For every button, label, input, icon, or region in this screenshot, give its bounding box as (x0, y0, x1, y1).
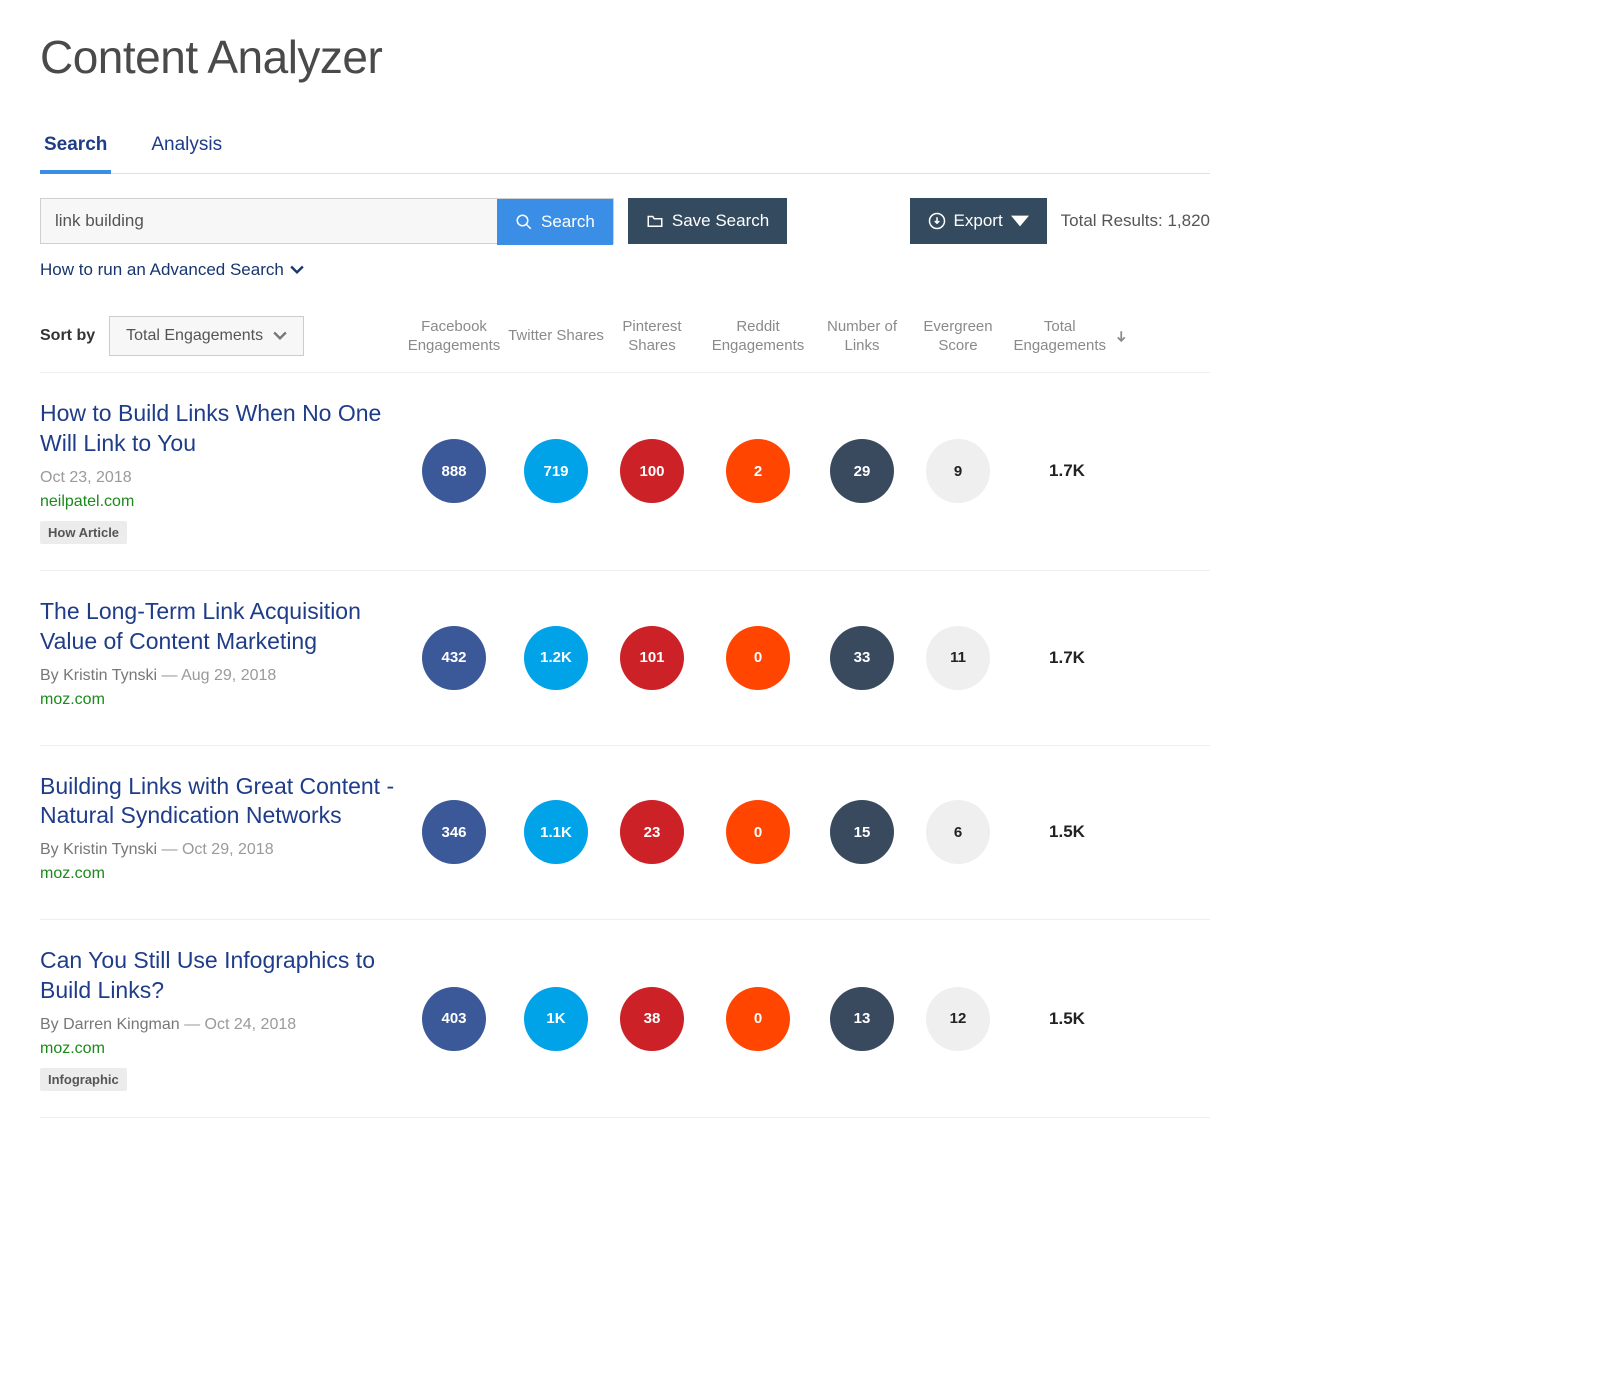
result-row: The Long-Term Link Acquisition Value of … (40, 571, 1210, 746)
twitter-bubble: 1.1K (524, 800, 588, 864)
evergreen-bubble: 12 (926, 987, 990, 1051)
tab-analysis[interactable]: Analysis (147, 124, 226, 173)
result-domain[interactable]: moz.com (40, 691, 400, 709)
result-domain[interactable]: moz.com (40, 1040, 400, 1058)
total-engagements: 1.5K (1008, 1009, 1126, 1029)
chevron-down-icon (290, 263, 304, 277)
sort-by-label: Sort by (40, 327, 95, 345)
caret-down-icon (1011, 212, 1029, 230)
col-facebook[interactable]: Facebook Engagements (400, 317, 508, 356)
evergreen-bubble: 6 (926, 800, 990, 864)
total-results: Total Results: 1,820 (1061, 211, 1210, 231)
links-bubble: 33 (830, 626, 894, 690)
search-button-label: Search (541, 212, 595, 232)
col-reddit[interactable]: Reddit Engagements (700, 317, 816, 356)
search-input-wrap: Search (40, 198, 614, 244)
tabs: Search Analysis (40, 124, 1210, 174)
search-icon (515, 213, 533, 231)
export-label: Export (954, 211, 1003, 231)
twitter-bubble: 719 (524, 439, 588, 503)
result-row: Building Links with Great Content - Natu… (40, 746, 1210, 921)
pinterest-bubble: 23 (620, 800, 684, 864)
save-search-label: Save Search (672, 211, 769, 231)
sort-select[interactable]: Total Engagements (109, 316, 304, 356)
result-title[interactable]: Building Links with Great Content - Natu… (40, 772, 400, 832)
pinterest-bubble: 38 (620, 987, 684, 1051)
twitter-bubble: 1K (524, 987, 588, 1051)
result-title[interactable]: How to Build Links When No One Will Link… (40, 399, 400, 459)
facebook-bubble: 346 (422, 800, 486, 864)
evergreen-bubble: 11 (926, 626, 990, 690)
download-icon (928, 212, 946, 230)
col-total[interactable]: Total Engagements (1008, 317, 1126, 356)
pinterest-bubble: 101 (620, 626, 684, 690)
reddit-bubble: 2 (726, 439, 790, 503)
col-twitter[interactable]: Twitter Shares (508, 326, 604, 346)
reddit-bubble: 0 (726, 800, 790, 864)
pinterest-bubble: 100 (620, 439, 684, 503)
result-meta: Oct 23, 2018 (40, 469, 400, 487)
content-type-tag: How Article (40, 521, 127, 544)
result-domain[interactable]: moz.com (40, 865, 400, 883)
total-engagements: 1.5K (1008, 822, 1126, 842)
search-input[interactable] (41, 199, 497, 243)
page-title: Content Analyzer (40, 30, 1210, 84)
result-row: Can You Still Use Infographics to Build … (40, 920, 1210, 1118)
facebook-bubble: 432 (422, 626, 486, 690)
facebook-bubble: 888 (422, 439, 486, 503)
chevron-down-icon (273, 329, 287, 343)
result-row: How to Build Links When No One Will Link… (40, 373, 1210, 571)
content-type-tag: Infographic (40, 1068, 127, 1091)
reddit-bubble: 0 (726, 626, 790, 690)
sort-desc-icon (1116, 330, 1126, 343)
result-title[interactable]: Can You Still Use Infographics to Build … (40, 946, 400, 1006)
total-engagements: 1.7K (1008, 648, 1126, 668)
facebook-bubble: 403 (422, 987, 486, 1051)
evergreen-bubble: 9 (926, 439, 990, 503)
col-links[interactable]: Number of Links (816, 317, 908, 356)
result-meta: By Kristin Tynski — Oct 29, 2018 (40, 841, 400, 859)
search-button[interactable]: Search (497, 199, 613, 245)
col-pinterest[interactable]: Pinterest Shares (604, 317, 700, 356)
advanced-search-link[interactable]: How to run an Advanced Search (40, 260, 304, 280)
result-meta: By Kristin Tynski — Aug 29, 2018 (40, 667, 400, 685)
export-button[interactable]: Export (910, 198, 1047, 244)
folder-icon (646, 212, 664, 230)
result-domain[interactable]: neilpatel.com (40, 493, 400, 511)
links-bubble: 29 (830, 439, 894, 503)
total-engagements: 1.7K (1008, 461, 1126, 481)
links-bubble: 15 (830, 800, 894, 864)
result-title[interactable]: The Long-Term Link Acquisition Value of … (40, 597, 400, 657)
links-bubble: 13 (830, 987, 894, 1051)
col-evergreen[interactable]: Evergreen Score (908, 317, 1008, 356)
save-search-button[interactable]: Save Search (628, 198, 787, 244)
reddit-bubble: 0 (726, 987, 790, 1051)
result-meta: By Darren Kingman — Oct 24, 2018 (40, 1016, 400, 1034)
tab-search[interactable]: Search (40, 124, 111, 174)
twitter-bubble: 1.2K (524, 626, 588, 690)
